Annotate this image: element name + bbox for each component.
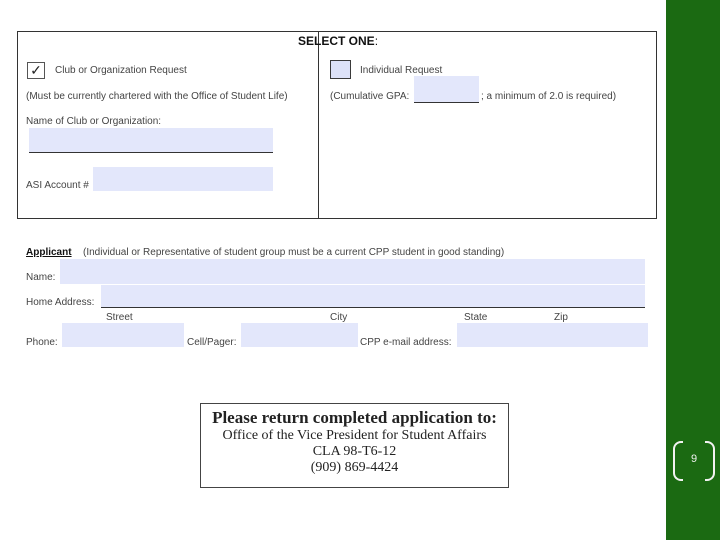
return-room-line: CLA 98-T6-12 — [312, 444, 397, 459]
street-caption: Street — [106, 312, 133, 323]
gpa-label: (Cumulative GPA: — [330, 91, 410, 102]
cell-pager-field[interactable] — [241, 323, 358, 347]
name-field[interactable] — [60, 259, 645, 284]
zip-caption: Zip — [554, 312, 568, 323]
select-one-heading: SELECT ONE: — [298, 34, 379, 48]
select-one-divider — [318, 31, 319, 219]
gpa-requirement-note: ; a minimum of 2.0 is required) — [481, 91, 617, 102]
asi-account-label: ASI Account # — [26, 180, 89, 191]
state-caption: State — [464, 312, 488, 323]
club-request-checkbox[interactable]: ✓ — [27, 62, 45, 79]
return-heading: Please return completed application to: — [212, 408, 497, 427]
gpa-underline — [414, 102, 479, 103]
club-requirement-note: (Must be currently chartered with the Of… — [26, 91, 288, 102]
individual-request-checkbox[interactable] — [330, 60, 351, 79]
phone-label: Phone: — [26, 337, 58, 348]
home-address-label: Home Address: — [26, 297, 95, 308]
return-office-line: Office of the Vice President for Student… — [222, 428, 487, 443]
email-field[interactable] — [457, 323, 648, 347]
page-number-badge: 9 — [673, 439, 715, 483]
page-number: 9 — [690, 453, 698, 465]
club-name-field[interactable] — [29, 128, 273, 152]
application-form: SELECT ONE: ✓ Club or Organization Reque… — [0, 0, 666, 540]
gpa-field[interactable] — [414, 76, 479, 102]
asi-account-field[interactable] — [93, 167, 273, 191]
home-address-underline — [101, 307, 645, 308]
cell-pager-label: Cell/Pager: — [187, 337, 237, 348]
applicant-note: (Individual or Representative of student… — [83, 247, 505, 258]
checkmark-icon: ✓ — [30, 62, 42, 78]
individual-request-label: Individual Request — [360, 65, 443, 76]
return-phone-line: (909) 869-4424 — [310, 460, 399, 475]
applicant-heading: Applicant — [26, 247, 72, 258]
return-instructions-box: Please return completed application to: … — [200, 403, 509, 488]
phone-field[interactable] — [62, 323, 184, 347]
city-caption: City — [330, 312, 348, 323]
email-label: CPP e-mail address: — [360, 337, 452, 348]
home-address-field[interactable] — [101, 285, 645, 307]
club-name-label: Name of Club or Organization: — [26, 116, 162, 127]
name-label: Name: — [26, 272, 56, 283]
club-name-underline — [29, 152, 273, 153]
club-request-label: Club or Organization Request — [55, 65, 187, 76]
